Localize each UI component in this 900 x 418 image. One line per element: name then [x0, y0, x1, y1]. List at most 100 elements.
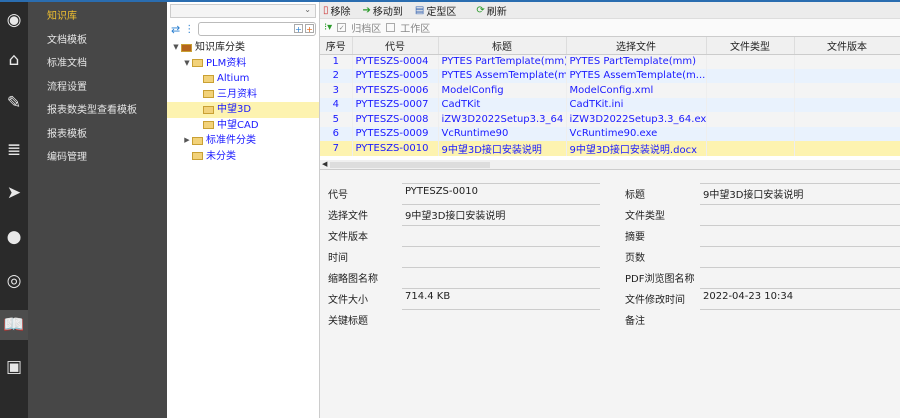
table-cell: CadTKit.ini — [566, 97, 707, 112]
field-value[interactable] — [700, 267, 900, 284]
filter-dropdown-icon[interactable]: ⁝▾ — [324, 22, 332, 33]
nav-item[interactable]: 报表模板 — [28, 123, 167, 147]
field-label: 时间 — [328, 253, 348, 264]
field-value[interactable]: 714.4 KB — [402, 288, 600, 305]
add-icon[interactable]: + — [294, 24, 303, 34]
table-row[interactable]: 2PYTESZS-0005PYTES AssemTemplate(mm)PYTE… — [320, 68, 900, 83]
podcast-icon[interactable]: ◎ — [0, 266, 28, 296]
file-table: 序号 代号 标题 选择文件 文件类型 文件版本 1 PYTESZS-0004 PYTES Pa… — [320, 37, 900, 156]
column-header[interactable]: 文件类型 — [706, 37, 795, 55]
remove-button[interactable]: ▯ 移除 — [323, 3, 351, 18]
column-header[interactable]: 代号 — [352, 37, 439, 55]
edit-icon[interactable]: ✎ — [0, 88, 28, 118]
table-cell: PYTES PartTemplate(mm) — [566, 54, 707, 69]
field-value[interactable] — [700, 225, 900, 242]
nav-item[interactable]: 编码管理 — [28, 146, 167, 170]
table-cell: PYTESZS-0008 — [352, 112, 439, 127]
folder-icon — [203, 90, 214, 99]
detail-form: 代号 PYTESZS-0010 标题 9中望3D接口安装说明选择文件 9中望3D接口安装… — [320, 182, 900, 329]
nav-item[interactable]: 知识库 — [28, 5, 167, 29]
field-value[interactable] — [402, 267, 600, 284]
folder-icon — [192, 136, 203, 145]
expand-toggle-icon[interactable]: ▶ — [182, 133, 192, 149]
column-header[interactable]: 选择文件 — [566, 37, 707, 55]
nav-item[interactable]: 流程设置 — [28, 76, 167, 100]
field-value[interactable]: PYTESZS-0010 — [402, 183, 600, 200]
tree-combo[interactable]: ⌄ — [170, 4, 316, 18]
tree-node-label: PLM资料 — [206, 57, 247, 69]
refresh-button[interactable]: ⟳ 刷新 — [476, 3, 506, 18]
add-child-icon[interactable]: + — [305, 24, 314, 34]
table-cell — [794, 54, 900, 69]
table-row[interactable]: 7 PYTESZS-0010 9中望3D接口安装说明 9中望3D接口安装说明.docx — [320, 141, 900, 156]
tree-node[interactable]: Altium — [167, 71, 319, 87]
expand-toggle-icon[interactable]: ▼ — [171, 40, 181, 56]
table-row[interactable]: 6 PYTESZS-0009 VcRuntime90 VcRuntime90.exe — [320, 126, 900, 141]
table-row[interactable]: 4 PYTESZS-0007 CadTKit CadTKit.ini — [320, 97, 900, 112]
field-value[interactable] — [700, 204, 900, 221]
tree-node-label: 标准件分类 — [206, 135, 256, 146]
tree-node[interactable]: 未分类 — [167, 149, 319, 165]
id-card-icon[interactable]: ▣ — [0, 352, 28, 382]
table-cell — [706, 112, 795, 127]
field-value[interactable] — [700, 246, 900, 263]
expand-toggle-icon[interactable]: ▼ — [182, 56, 192, 72]
column-header[interactable]: 标题 — [438, 37, 567, 55]
nav-item[interactable]: 文档模板 — [28, 29, 167, 53]
table-row[interactable]: 3 PYTESZS-0006 ModelConfig ModelConfig.xml — [320, 83, 900, 98]
nav-item[interactable]: 标准文档 — [28, 52, 167, 76]
scroll-left-icon[interactable]: ◀ — [322, 160, 327, 168]
tree-node[interactable]: 中望CAD — [167, 118, 319, 134]
tree-search-input[interactable]: + + — [198, 22, 316, 36]
main-panel: ▯ 移除 ➔ 移动到 ▤ 定型区 ⟳ 刷新 ⁝▾ ✓ 归档区 工作区 序号 代号 标题 选择文件… — [320, 2, 900, 418]
table-cell: PYTESZS-0007 — [352, 97, 439, 112]
field-value[interactable]: 9中望3D接口安装说明 — [402, 204, 600, 222]
table-cell — [706, 97, 795, 112]
table-cell: PYTESZS-0006 — [352, 83, 439, 98]
home-icon[interactable]: ⌂ — [0, 45, 28, 75]
table-row[interactable]: 5 PYTESZS-0008 iZW3D2022Setup3.3_64 iZW3D20… — [320, 112, 900, 127]
table-cell: VcRuntime90.exe — [566, 126, 707, 141]
field-value[interactable] — [402, 309, 600, 326]
field-label: PDF浏览图名称 — [625, 274, 695, 285]
tree-node[interactable]: ▼ 知识库分类 — [167, 40, 319, 56]
tree-node[interactable]: ▶ 标准件分类 — [167, 133, 319, 149]
move-to-button[interactable]: ➔ 移动到 — [363, 3, 403, 18]
book-icon[interactable]: 📖 — [0, 310, 28, 340]
table-cell: CadTKit — [438, 97, 567, 112]
tree-node[interactable]: 三月资料 — [167, 87, 319, 103]
refresh-tree-icon[interactable]: ⇄ — [171, 23, 180, 36]
database-icon[interactable]: ≣ — [0, 135, 28, 165]
table-cell — [706, 83, 795, 98]
scroll-thumb[interactable] — [330, 162, 490, 168]
nav-item[interactable]: 报表数类型查看模板 — [28, 99, 167, 123]
table-cell: PYTES AssemTemplate(mm) — [438, 68, 567, 83]
form-row: 代号 PYTESZS-0010 标题 9中望3D接口安装说明 — [320, 182, 900, 203]
field-value[interactable] — [700, 309, 900, 326]
tree-node[interactable]: 中望3D — [167, 102, 319, 118]
search-logo-icon[interactable]: ◉ — [0, 5, 28, 35]
folder-icon — [203, 74, 214, 83]
field-value[interactable]: 2022-04-23 10:34 — [700, 288, 900, 305]
field-value[interactable] — [402, 246, 600, 263]
column-header[interactable]: 序号 — [320, 37, 353, 55]
horizontal-scrollbar[interactable]: ◀ — [320, 160, 900, 170]
chat-icon[interactable]: ● — [0, 222, 28, 252]
field-label: 选择文件 — [328, 211, 368, 222]
table-cell — [706, 141, 795, 156]
customize-button[interactable]: ▤ 定型区 — [415, 3, 456, 18]
field-value[interactable] — [402, 225, 600, 242]
filter-bar: ⁝▾ ✓ 归档区 工作区 — [320, 19, 900, 37]
field-label: 文件版本 — [328, 232, 368, 243]
field-value[interactable]: 9中望3D接口安装说明 — [700, 183, 900, 201]
tree-structure-icon[interactable]: ⋮ — [184, 24, 194, 35]
work-checkbox[interactable] — [386, 23, 396, 32]
form-row: 文件版本 摘要 — [320, 224, 900, 245]
archive-checkbox[interactable]: ✓ — [337, 23, 347, 32]
folder-icon — [192, 59, 203, 68]
table-row[interactable]: 1 PYTESZS-0004 PYTES PartTemplate(mm) PYTES… — [320, 54, 900, 69]
send-icon[interactable]: ➤ — [0, 178, 28, 208]
field-label: 文件修改时间 — [625, 295, 685, 306]
column-header[interactable]: 文件版本 — [794, 37, 900, 55]
tree-node[interactable]: ▼ PLM资料 — [167, 56, 319, 72]
